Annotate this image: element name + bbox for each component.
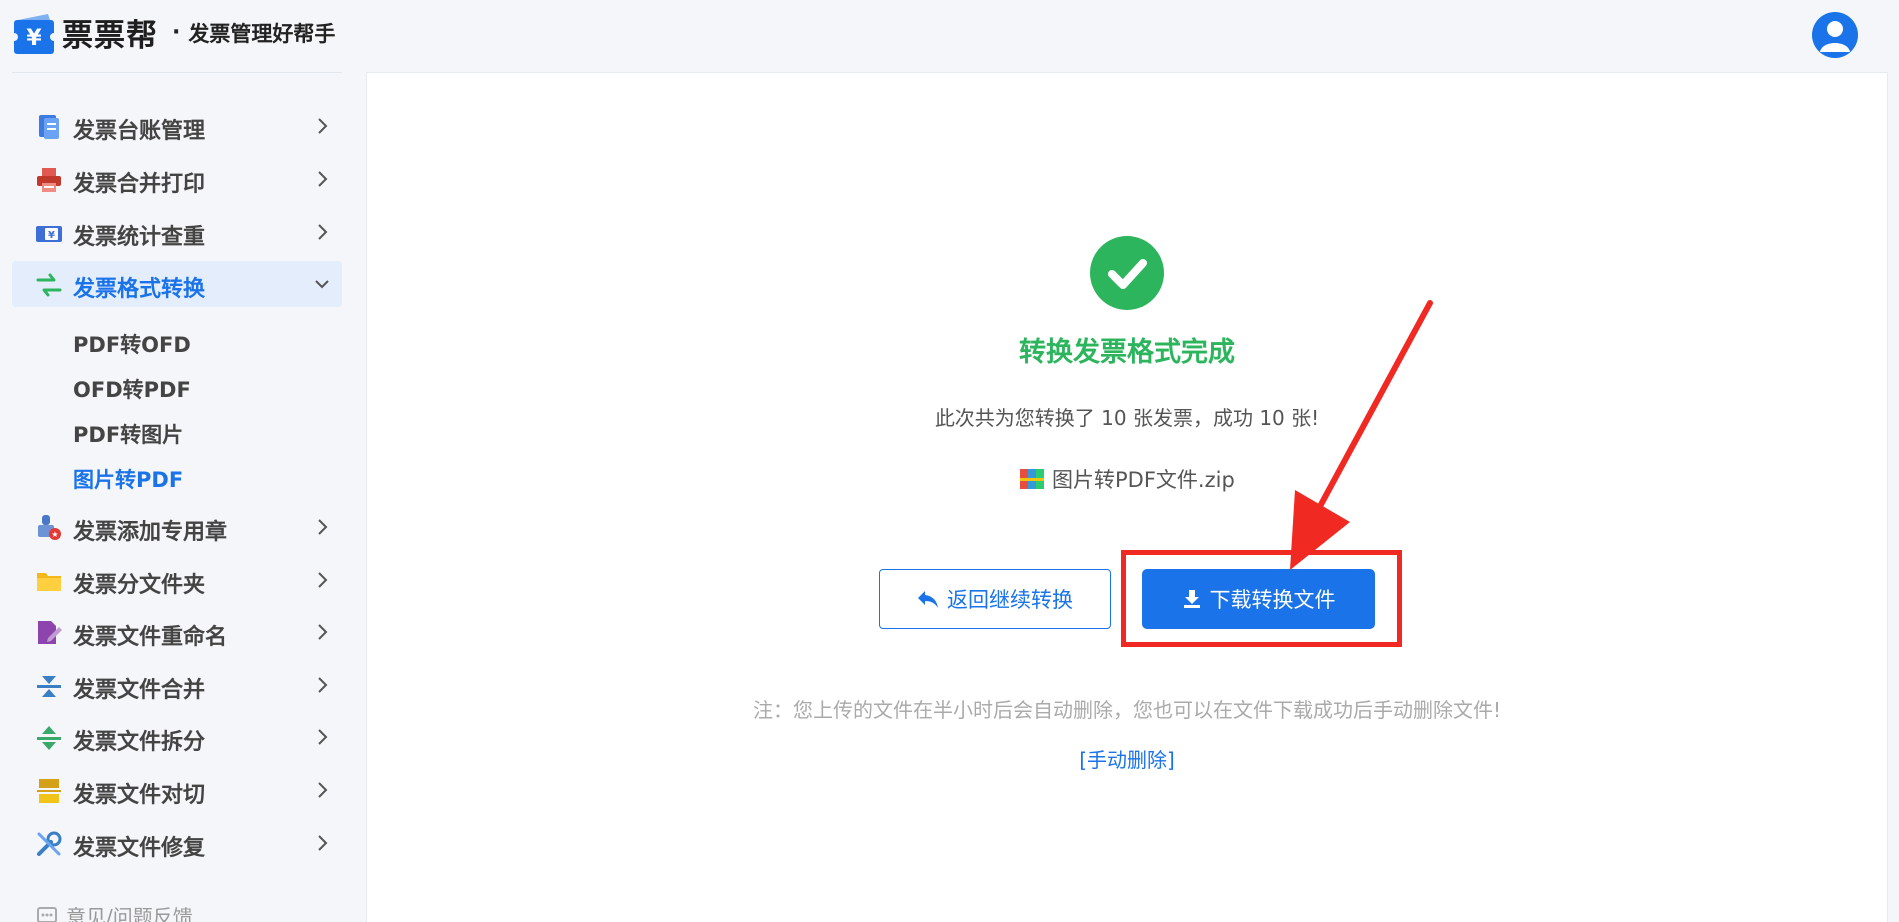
sidebar-item-label: 发票格式转换 — [73, 277, 206, 302]
logo-slogan: 发票管理好帮手 — [188, 21, 336, 46]
sidebar-item-label: 发票台账管理 — [73, 119, 206, 144]
logo-dot: · — [172, 20, 181, 45]
manual-delete-link[interactable]: [手动删除] — [0, 744, 1899, 773]
output-file[interactable]: 图片转PDF文件.zip — [1020, 464, 1235, 494]
chevron-right-icon — [318, 118, 328, 134]
convert-icon — [36, 273, 62, 297]
folder-icon — [37, 573, 61, 591]
chevron-right-icon — [318, 835, 328, 851]
feedback-link[interactable]: 意见/问题反馈 — [36, 901, 193, 922]
yen-ticket-icon: ¥ — [14, 13, 54, 54]
chevron-right-icon — [318, 624, 328, 640]
back-continue-label: 返回继续转换 — [947, 588, 1073, 612]
success-title: 转换发票格式完成 — [1019, 337, 1235, 368]
back-continue-button[interactable]: 返回继续转换 — [879, 569, 1111, 629]
chevron-right-icon — [318, 519, 328, 535]
sidebar-item-label: 发票合并打印 — [73, 172, 206, 197]
sidebar-item-convert[interactable]: 发票格式转换 — [12, 261, 342, 307]
chevron-right-icon — [318, 677, 328, 693]
chevron-down-icon — [315, 280, 329, 289]
printer-icon — [37, 168, 61, 192]
reply-arrow-icon — [918, 591, 938, 608]
conversion-summary: 此次共为您转换了 10 张发票，成功 10 张! — [934, 406, 1320, 430]
feedback-label: 意见/问题反馈 — [66, 905, 193, 922]
subnav-image-to-pdf[interactable]: 图片转PDF — [73, 464, 183, 494]
sidebar-item-stats[interactable]: ¥ 发票统计查重 — [12, 209, 342, 255]
sidebar-item-repair[interactable]: 发票文件修复 — [12, 820, 342, 866]
subnav-ofd-to-pdf[interactable]: OFD转PDF — [73, 374, 191, 404]
stats-icon: ¥ — [36, 226, 62, 242]
rename-icon — [38, 621, 62, 644]
chevron-right-icon — [318, 171, 328, 187]
sidebar-item-print[interactable]: 发票合并打印 — [12, 156, 342, 202]
sidebar-item-label: 发票文件修复 — [73, 836, 206, 861]
ledger-icon — [39, 115, 59, 139]
annotation-arrow-icon — [1290, 300, 1433, 570]
sidebar-item-rename[interactable]: 发票文件重命名 — [12, 609, 342, 655]
svg-text:¥: ¥ — [26, 26, 42, 51]
sidebar-item-label: 发票统计查重 — [73, 225, 206, 250]
sidebar-item-folder[interactable]: 发票分文件夹 — [12, 557, 342, 603]
file-name: 图片转PDF文件.zip — [1052, 468, 1235, 492]
user-avatar-icon — [1820, 21, 1850, 52]
sidebar-item-label: 发票添加专用章 — [73, 520, 228, 545]
logo-text: 票票帮 — [62, 18, 158, 54]
sidebar-item-stamp[interactable]: ★ 发票添加专用章 — [12, 504, 342, 550]
auto-delete-note: 注：您上传的文件在半小时后会自动删除，您也可以在文件下载成功后手动删除文件! — [752, 698, 1502, 722]
logo[interactable]: ¥ 票票帮 · 发票管理好帮手 — [14, 10, 335, 55]
chevron-right-icon — [318, 224, 328, 240]
sidebar-item-label: 发票文件对切 — [73, 783, 206, 808]
stamp-icon: ★ — [38, 515, 61, 540]
sidebar-item-label: 发票分文件夹 — [73, 573, 206, 598]
main-panel — [366, 72, 1888, 922]
svg-text:¥: ¥ — [48, 230, 55, 241]
zip-file-icon — [1020, 469, 1044, 489]
header: ¥ 票票帮 · 发票管理好帮手 — [0, 0, 1899, 72]
chevron-right-icon — [318, 782, 328, 798]
svg-text:★: ★ — [51, 530, 58, 539]
sidebar-item-label: 发票文件重命名 — [73, 625, 228, 650]
repair-icon — [37, 831, 62, 856]
cut-icon — [37, 779, 61, 803]
feedback-icon — [37, 906, 57, 922]
check-circle-icon — [1090, 236, 1164, 310]
sidebar: 发票台账管理 发票合并打印 ¥ 发票统计查重 发票格式转换 PDF转OFD OF… — [12, 72, 342, 922]
chevron-right-icon — [318, 572, 328, 588]
sidebar-item-ledger[interactable]: 发票台账管理 — [12, 103, 342, 149]
sidebar-item-cut[interactable]: 发票文件对切 — [12, 767, 342, 813]
user-avatar[interactable] — [1812, 12, 1858, 58]
